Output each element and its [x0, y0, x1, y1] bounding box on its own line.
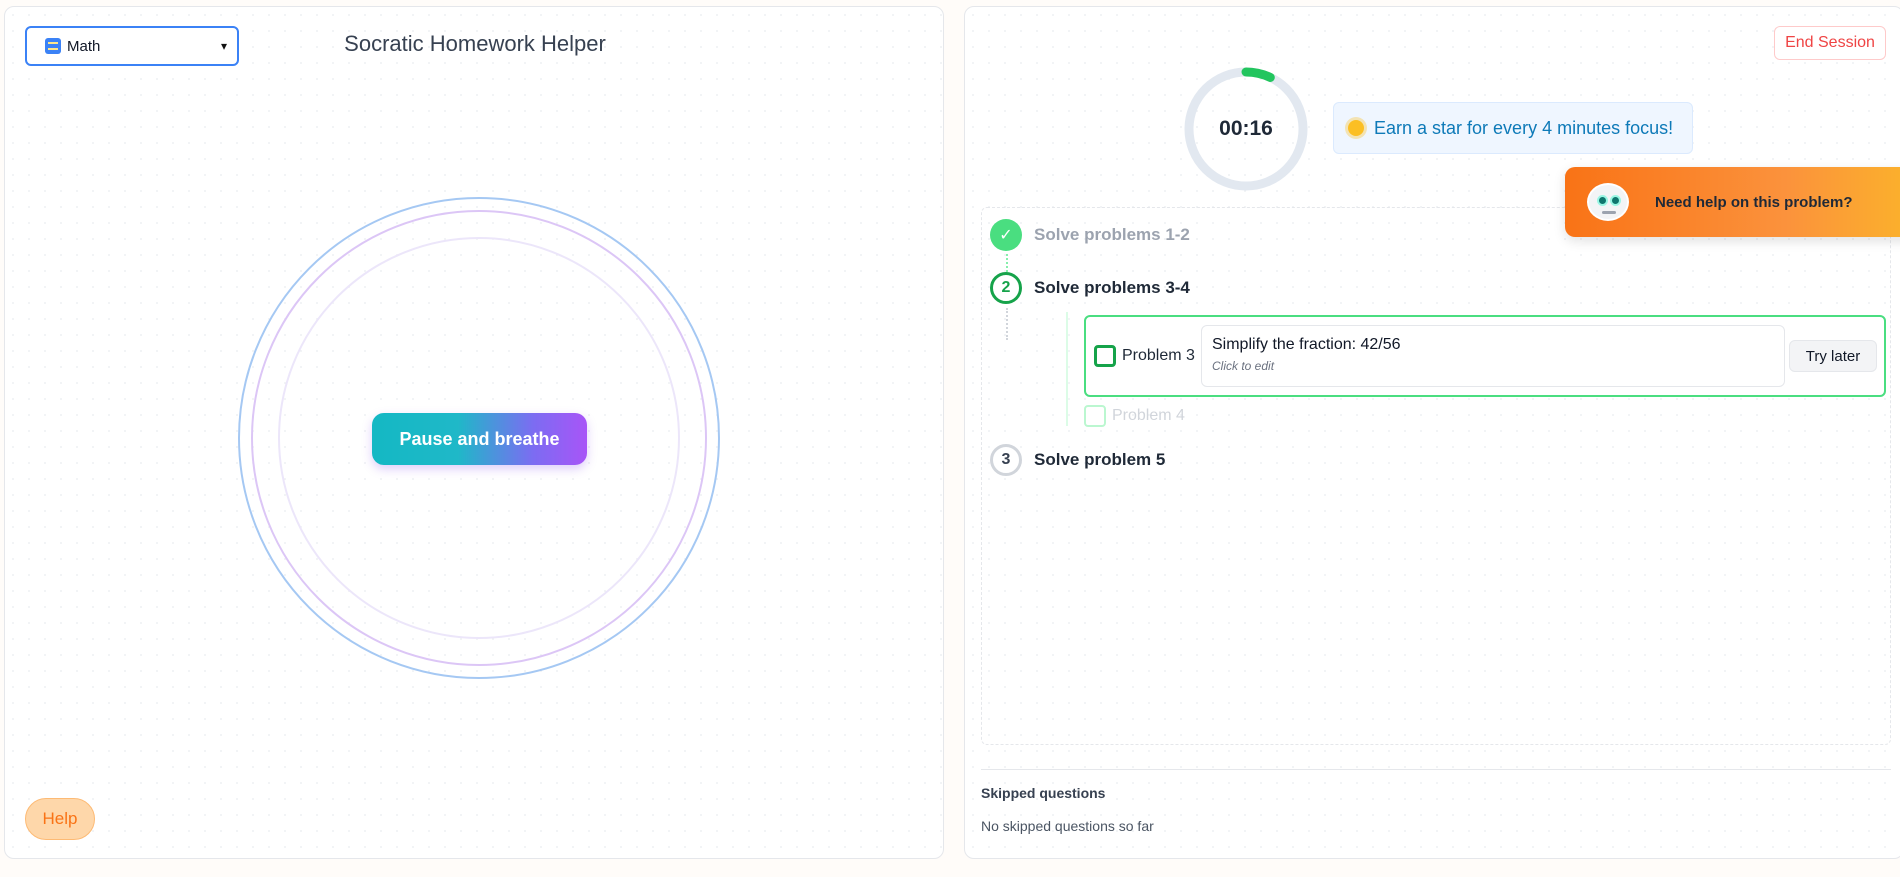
right-panel: End Session 00:16 Earn a star for every … [964, 6, 1900, 859]
current-problem-card: Problem 3 Simplify the fraction: 42/56 C… [1084, 315, 1886, 397]
problem-4-label: Problem 4 [1112, 407, 1185, 424]
check-icon: ✓ [990, 219, 1022, 251]
step-1[interactable]: ✓ Solve problems 1-2 [990, 219, 1190, 251]
skipped-questions-title: Skipped questions [981, 785, 1106, 801]
pause-and-breathe-button[interactable]: Pause and breathe [372, 413, 587, 465]
help-button[interactable]: Help [25, 798, 95, 840]
try-later-button[interactable]: Try later [1789, 340, 1877, 372]
problem-3-checkbox[interactable] [1094, 345, 1116, 367]
divider [981, 769, 1891, 770]
timer-display: 00:16 [1219, 117, 1273, 140]
problem-4-checkbox[interactable] [1084, 405, 1106, 427]
problem-text: Simplify the fraction: 42/56 [1212, 336, 1401, 353]
subject-select[interactable]: Math ▾ [25, 26, 239, 66]
sun-icon [1348, 120, 1364, 136]
left-panel: Math ▾ Socratic Homework Helper Pause an… [4, 6, 944, 859]
help-toast[interactable]: Need help on this problem? [1565, 167, 1900, 237]
problem-3-label: Problem 3 [1122, 347, 1195, 364]
step-number: 2 [990, 272, 1022, 304]
edit-hint: Click to edit [1212, 359, 1275, 373]
subject-select-value: Math [67, 37, 101, 55]
robot-icon [1587, 183, 1629, 221]
step-number: 3 [990, 444, 1022, 476]
step-title: Solve problem 5 [1034, 450, 1166, 469]
app-title: Socratic Homework Helper [344, 31, 606, 56]
substep-line [1066, 312, 1068, 426]
problem-4-row: Problem 4 [1084, 405, 1185, 427]
star-banner-text: Earn a star for every 4 minutes focus! [1374, 117, 1674, 138]
step-3[interactable]: 3 Solve problem 5 [990, 444, 1165, 476]
step-2[interactable]: 2 Solve problems 3-4 [990, 272, 1190, 304]
end-session-button[interactable]: End Session [1774, 26, 1886, 60]
breathing-circle: Pause and breathe [238, 197, 720, 679]
abacus-icon [45, 38, 61, 54]
step-title: Solve problems 3-4 [1034, 278, 1190, 297]
step-title: Solve problems 1-2 [1034, 225, 1190, 244]
star-banner: Earn a star for every 4 minutes focus! [1333, 102, 1693, 154]
focus-timer: 00:16 [1181, 64, 1311, 194]
skipped-questions-empty: No skipped questions so far [981, 818, 1154, 834]
task-list: ✓ Solve problems 1-2 2 Solve problems 3-… [981, 207, 1891, 745]
step-connector [1006, 308, 1008, 340]
help-toast-text: Need help on this problem? [1655, 193, 1853, 211]
problem-text-editor[interactable]: Simplify the fraction: 42/56 Click to ed… [1201, 325, 1785, 387]
chevron-down-icon: ▾ [220, 39, 227, 53]
step-connector [1006, 254, 1008, 272]
